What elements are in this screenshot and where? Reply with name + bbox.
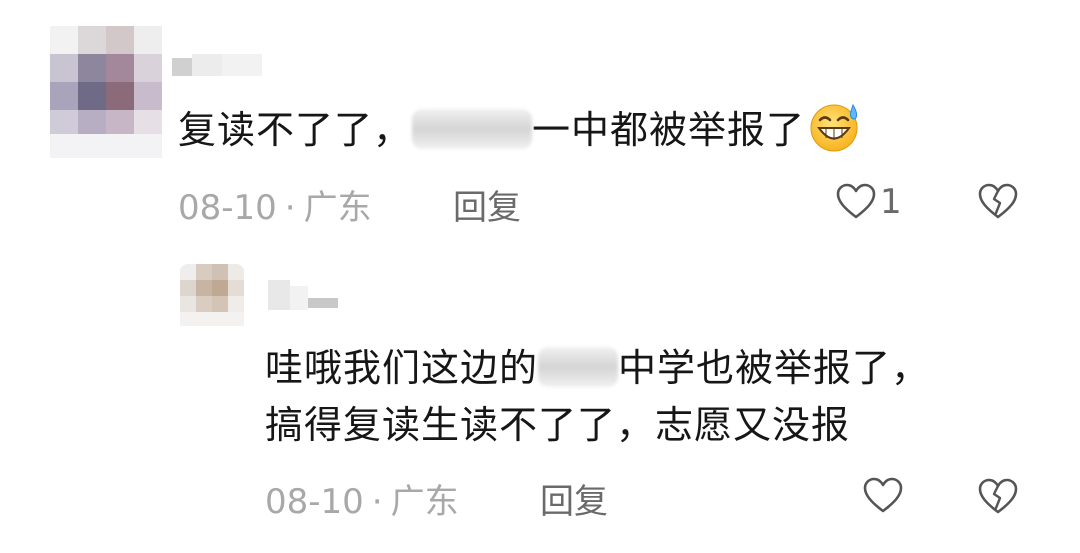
comment-meta: 08-10 · 广东 (265, 474, 459, 523)
avatar[interactable] (50, 26, 162, 158)
comment-text: 复读不了了， 一中都被举报了 (178, 101, 861, 158)
reply-button[interactable]: 回复 (453, 180, 521, 229)
comment-location: 广东 (303, 188, 372, 228)
reply-text-line-2: 搞得复读生读不了了，志愿又没报 (265, 403, 851, 447)
reply-button[interactable]: 回复 (540, 474, 608, 523)
reply-text-line-1: 哇哦我们这边的 中学也被举报了， (265, 340, 930, 396)
comment-date: 08-10 (265, 482, 364, 522)
like-count: 1 (880, 182, 902, 222)
censored-text (412, 109, 533, 149)
censored-text (538, 347, 619, 387)
comment-location: 广东 (390, 482, 459, 522)
heart-icon (863, 477, 903, 513)
reply-comment-item: 哇哦我们这边的 中学也被举报了， 搞得复读生读不了了，志愿又没报 08-10 · 广东… (0, 250, 1080, 553)
comment-meta: 08-10 · 广东 (178, 180, 372, 229)
reply-text-before: 哇哦我们这边的 (265, 346, 539, 390)
grinning-sweat-emoji-icon (810, 103, 858, 152)
comment-text-after: 一中都被举报了 (532, 108, 806, 152)
comment-text-before: 复读不了了， (178, 108, 413, 152)
username[interactable] (268, 280, 358, 314)
reply-text-after: 中学也被举报了， (618, 346, 931, 390)
heart-icon (836, 183, 876, 219)
avatar[interactable] (180, 264, 244, 326)
meta-separator: · (284, 188, 296, 228)
broken-heart-icon[interactable] (978, 478, 1018, 516)
comment-item: 复读不了了， 一中都被举报了 08-10 · 广东 回复 1 (0, 0, 1080, 250)
username[interactable] (172, 50, 272, 80)
like-button[interactable]: 1 (836, 182, 902, 222)
meta-separator: · (371, 482, 383, 522)
like-button[interactable] (863, 477, 907, 515)
comment-date: 08-10 (178, 188, 277, 228)
broken-heart-icon[interactable] (978, 183, 1018, 221)
